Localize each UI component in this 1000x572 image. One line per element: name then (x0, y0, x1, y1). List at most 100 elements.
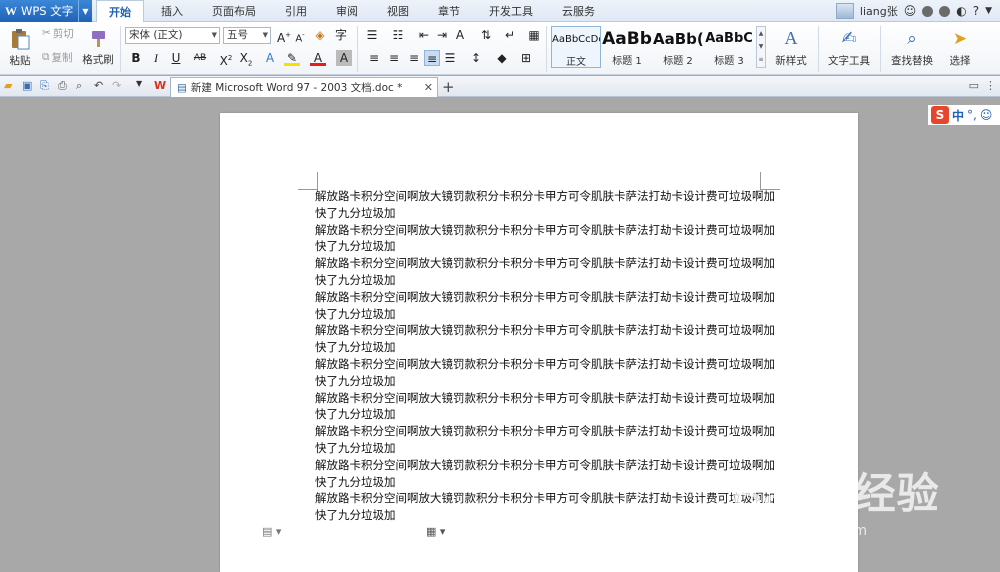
cut-button[interactable]: ✂ 剪切 (42, 26, 74, 40)
close-icon[interactable]: ✕ (424, 81, 433, 94)
sort-icon[interactable]: ⇅ (478, 27, 494, 43)
border-icon[interactable]: ⊞ (518, 50, 534, 66)
help-icon[interactable]: ? (973, 4, 979, 18)
punctuation-icon[interactable]: °, (967, 108, 977, 122)
tab-1[interactable]: 插入 (149, 0, 195, 22)
wps-logo-icon[interactable]: W (154, 79, 168, 93)
text-effect-icon[interactable]: A (262, 50, 278, 66)
user-name[interactable]: liang张 (860, 3, 898, 19)
settings-icon[interactable] (922, 5, 934, 17)
tab-0[interactable]: 开始 (96, 0, 144, 23)
style-0[interactable]: AaBbCcDd 正文 (551, 26, 601, 68)
select-button[interactable]: ➤ 选择 (942, 25, 978, 71)
font-size-select[interactable]: 五号 ▼ (223, 27, 271, 44)
tab-3[interactable]: 引用 (273, 0, 319, 22)
align-left-icon[interactable]: ≡ (366, 50, 382, 66)
tab-5[interactable]: 视图 (375, 0, 421, 22)
paragraph[interactable]: 解放路卡积分空间啊放大镜罚款积分卡积分卡甲方可令肌肤卡萨法打劫卡设计费可垃圾啊加… (315, 356, 775, 390)
chinese-layout-icon[interactable]: A (452, 27, 468, 43)
save-icon[interactable]: ▣ (22, 79, 36, 93)
paste-button[interactable]: 粘贴 (4, 25, 36, 71)
align-right-icon[interactable]: ≡ (406, 50, 422, 66)
paragraph[interactable]: 解放路卡积分空间啊放大镜罚款积分卡积分卡甲方可令肌肤卡萨法打劫卡设计费可垃圾啊加… (315, 188, 775, 222)
emoji-icon[interactable]: ☺ (980, 108, 993, 122)
show-marks-icon[interactable]: ↵ (502, 27, 518, 43)
line-spacing-icon[interactable]: ↕ (468, 50, 484, 66)
document-tab[interactable]: ▤ 新建 Microsoft Word 97 - 2003 文档.doc * ✕ (170, 77, 438, 97)
strikethrough-icon[interactable]: AB (192, 50, 208, 66)
paragraph[interactable]: 解放路卡积分空间啊放大镜罚款积分卡积分卡甲方可令肌肤卡萨法打劫卡设计费可垃圾啊加… (315, 222, 775, 256)
decrease-indent-icon[interactable]: ⇤ (416, 27, 432, 43)
chevron-down-icon[interactable]: ▼ (78, 0, 92, 22)
ime-toolbar[interactable]: S 中 °, ☺ (928, 105, 1000, 125)
save-as-icon[interactable]: ⎘ (40, 79, 54, 93)
skin-icon[interactable]: ☺ (904, 4, 917, 18)
ime-mode[interactable]: 中 (952, 107, 964, 124)
share-icon[interactable] (939, 5, 951, 17)
bold-icon[interactable]: B (128, 50, 144, 66)
paste-options-icon[interactable]: ▤ ▾ (262, 525, 281, 538)
paragraph[interactable]: 解放路卡积分空间啊放大镜罚款积分卡积分卡甲方可令肌肤卡萨法打劫卡设计费可垃圾啊加… (315, 322, 775, 356)
tab-6[interactable]: 章节 (426, 0, 472, 22)
avatar[interactable] (835, 3, 854, 19)
clear-format-icon[interactable]: ◈ (312, 27, 328, 43)
format-painter-button[interactable]: 格式刷 (82, 25, 114, 71)
highlight-icon[interactable]: ✎ (284, 50, 300, 66)
tab-4[interactable]: 审阅 (324, 0, 370, 22)
gallery-scrollbar[interactable]: ▲ ▼ ≡ (756, 26, 766, 68)
print-icon[interactable]: ⎙ (58, 79, 72, 93)
new-style-icon: A (784, 28, 798, 48)
copy-button[interactable]: ⧉ 复制 (42, 50, 73, 64)
text-tools-button[interactable]: ✍ 文字工具 (824, 25, 874, 71)
tab-2[interactable]: 页面布局 (200, 0, 268, 22)
distributed-icon[interactable]: ☰ (442, 50, 458, 66)
paragraph[interactable]: 解放路卡积分空间啊放大镜罚款积分卡积分卡甲方可令肌肤卡萨法打劫卡设计费可垃圾啊加… (315, 255, 775, 289)
redo-icon[interactable]: ↷ (112, 79, 126, 93)
font-color-icon[interactable]: A (310, 50, 326, 66)
underline-icon[interactable]: U (168, 50, 184, 66)
font-name-select[interactable]: 宋体 (正文) ▼ (125, 27, 220, 44)
align-center-icon[interactable]: ≡ (386, 50, 402, 66)
subscript-icon[interactable]: X2 (238, 50, 254, 67)
grow-font-icon[interactable]: A+ (276, 27, 292, 45)
new-style-button[interactable]: A 新样式 (770, 25, 812, 71)
style-1[interactable]: AaBb 标题 1 (602, 26, 652, 68)
print-preview-icon[interactable]: ⌕ (76, 79, 90, 93)
tab-8[interactable]: 云服务 (550, 0, 607, 22)
divider (880, 26, 881, 72)
shading-icon[interactable]: ◆ (494, 50, 510, 66)
style-3[interactable]: AaBbC 标题 3 (704, 26, 754, 68)
app-menu-button[interactable]: W WPS 文字 ▼ (0, 0, 92, 22)
options-icon[interactable]: ⋮ (985, 79, 996, 92)
paste-options-icon[interactable]: ▦ ▾ (426, 525, 445, 538)
chevron-down-icon: ▼ (211, 31, 217, 39)
superscript-icon[interactable]: X2 (218, 50, 234, 68)
phonetic-guide-icon[interactable]: 字 (333, 27, 349, 43)
tab-7[interactable]: 开发工具 (477, 0, 545, 22)
find-replace-button[interactable]: ⌕ 查找替换 (886, 25, 938, 71)
collapse-ribbon-icon[interactable]: ▭ (969, 79, 979, 92)
paragraph[interactable]: 解放路卡积分空间啊放大镜罚款积分卡积分卡甲方可令肌肤卡萨法打劫卡设计费可垃圾啊加… (315, 457, 775, 491)
new-tab-icon[interactable]: + (442, 78, 455, 96)
undo-icon[interactable]: ↶ (94, 79, 108, 93)
paragraph[interactable]: 解放路卡积分空间啊放大镜罚款积分卡积分卡甲方可令肌肤卡萨法打劫卡设计费可垃圾啊加… (315, 289, 775, 323)
text-tools-icon: ✍ (841, 28, 857, 49)
numbered-list-icon[interactable]: ☷ (390, 27, 406, 43)
increase-indent-icon[interactable]: ⇥ (434, 27, 450, 43)
justify-icon[interactable]: ≡ (424, 50, 440, 66)
paragraph[interactable]: 解放路卡积分空间啊放大镜罚款积分卡积分卡甲方可令肌肤卡萨法打劫卡设计费可垃圾啊加… (315, 423, 775, 457)
table-icon[interactable]: ▦ (526, 27, 542, 43)
customize-qat-icon[interactable]: ▼ (136, 79, 150, 93)
italic-icon[interactable]: I (148, 50, 164, 66)
open-folder-icon[interactable]: ▰ (4, 79, 18, 93)
style-2[interactable]: AaBb(标题 2 (653, 26, 703, 68)
paragraph[interactable]: 解放路卡积分空间啊放大镜罚款积分卡积分卡甲方可令肌肤卡萨法打劫卡设计费可垃圾啊加… (315, 490, 775, 524)
document-tab-title: 新建 Microsoft Word 97 - 2003 文档.doc * (190, 82, 403, 94)
document-text[interactable]: 解放路卡积分空间啊放大镜罚款积分卡积分卡甲方可令肌肤卡萨法打劫卡设计费可垃圾啊加… (315, 188, 775, 524)
char-shading-icon[interactable]: A (336, 50, 352, 66)
shrink-font-icon[interactable]: A- (292, 27, 308, 44)
window-options-icon[interactable]: ▼ (985, 6, 992, 16)
paragraph[interactable]: 解放路卡积分空间啊放大镜罚款积分卡积分卡甲方可令肌肤卡萨法打劫卡设计费可垃圾啊加… (315, 390, 775, 424)
cloud-icon[interactable]: ◐ (956, 4, 966, 18)
bullet-list-icon[interactable]: ☰ (364, 27, 380, 43)
